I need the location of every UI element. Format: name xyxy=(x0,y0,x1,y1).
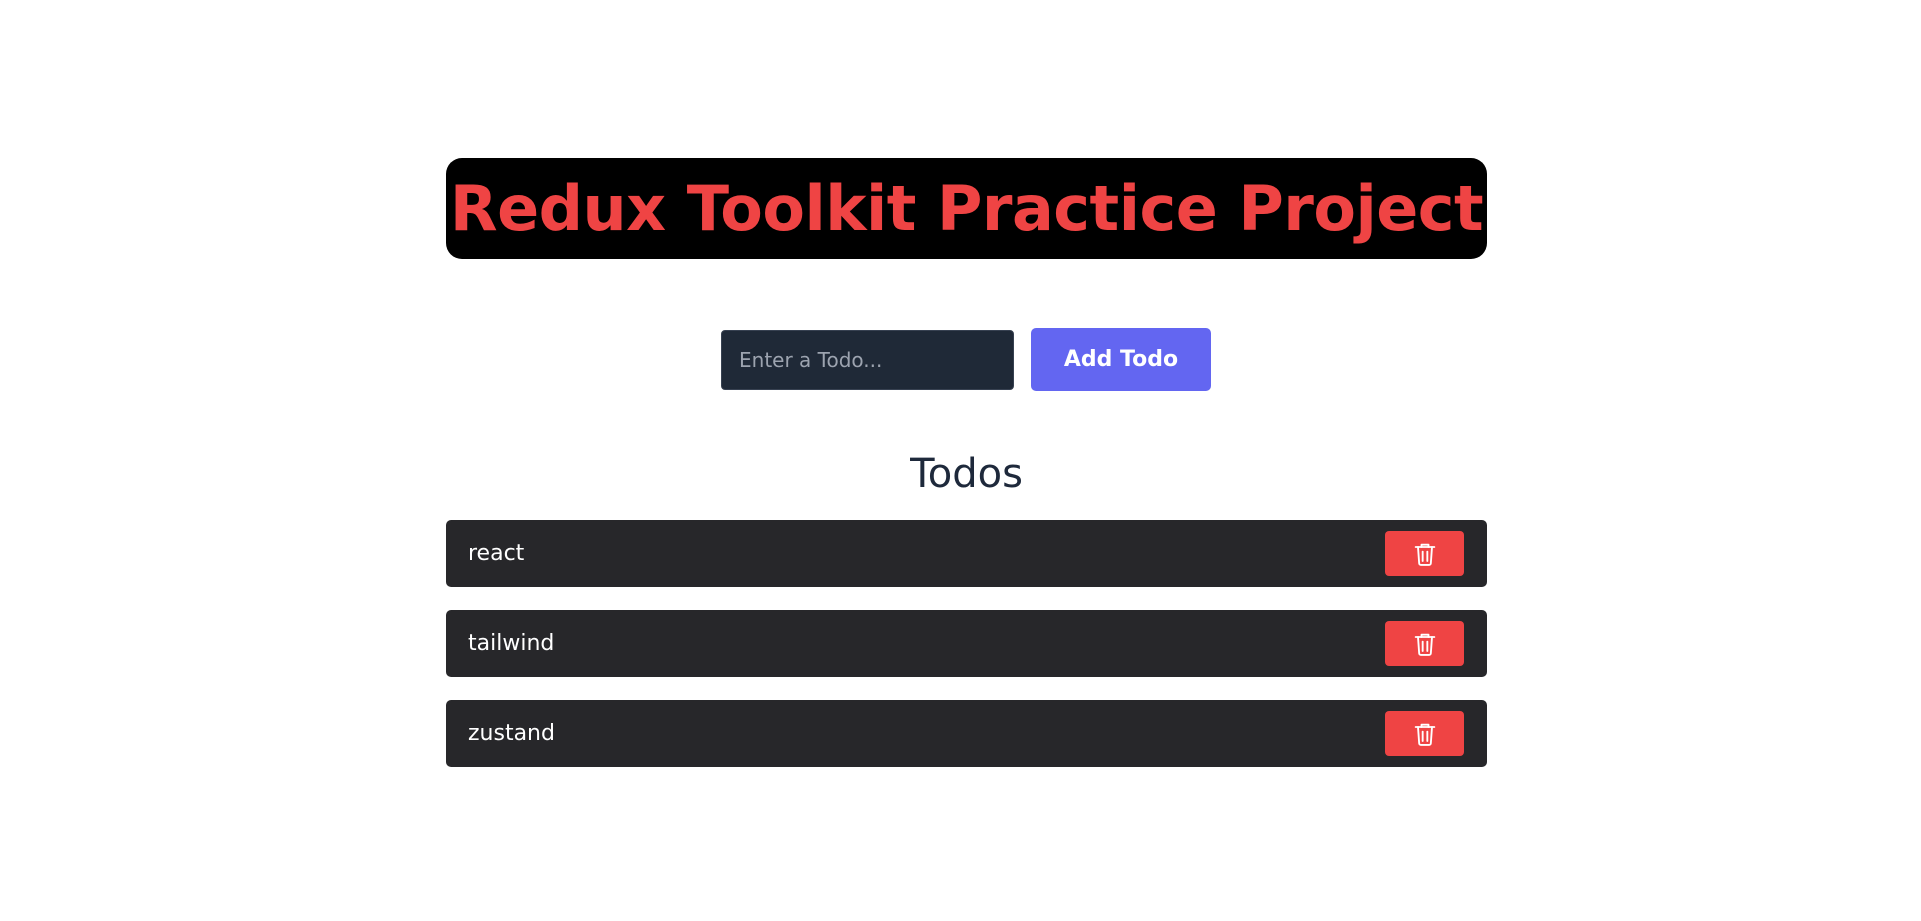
trash-icon xyxy=(1414,633,1435,656)
todo-text: tailwind xyxy=(468,631,555,656)
page-title: Redux Toolkit Practice Project xyxy=(449,171,1484,245)
app-page: Redux Toolkit Practice Project Add Todo … xyxy=(0,0,1921,921)
todo-text: zustand xyxy=(468,721,555,746)
todo-text: react xyxy=(468,541,525,566)
title-banner: Redux Toolkit Practice Project xyxy=(446,158,1487,259)
todo-item: react xyxy=(446,520,1487,587)
add-todo-form: Add Todo xyxy=(721,328,1211,391)
delete-todo-button[interactable] xyxy=(1385,531,1464,576)
delete-todo-button[interactable] xyxy=(1385,711,1464,756)
delete-todo-button[interactable] xyxy=(1385,621,1464,666)
trash-icon xyxy=(1414,723,1435,746)
todo-list: react tailwind zustand xyxy=(446,520,1487,790)
trash-icon xyxy=(1414,543,1435,566)
todo-item: zustand xyxy=(446,700,1487,767)
add-todo-button[interactable]: Add Todo xyxy=(1031,328,1211,391)
todo-input[interactable] xyxy=(721,329,1014,390)
todos-heading: Todos xyxy=(910,451,1023,497)
todo-item: tailwind xyxy=(446,610,1487,677)
